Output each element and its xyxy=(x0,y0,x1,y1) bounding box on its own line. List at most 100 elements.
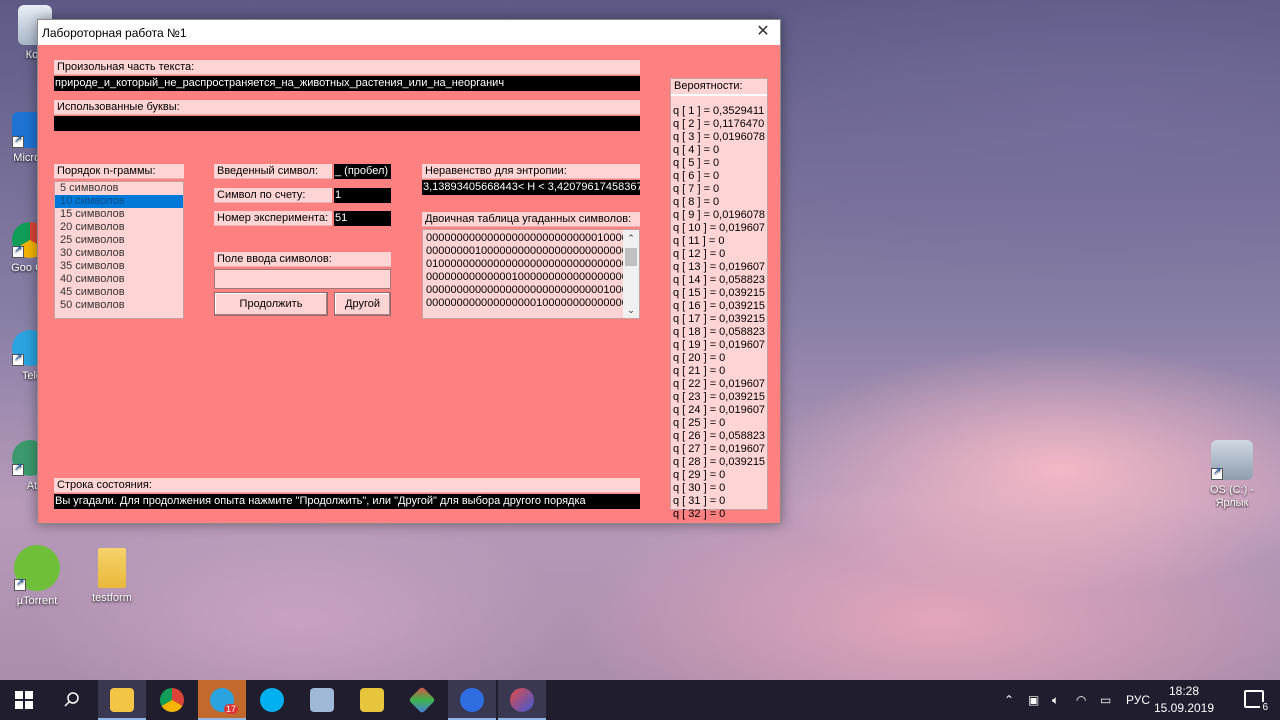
window-title: Лабороторная работа №1 xyxy=(42,26,187,40)
binary-row[interactable]: 00000000100000000000000000000000000 xyxy=(423,245,639,258)
probability-row: q [ 31 ] = 0 xyxy=(673,495,726,507)
shortcut-arrow-icon xyxy=(12,352,24,366)
tray-wifi-icon[interactable]: ◠ xyxy=(1076,680,1086,720)
tray-volume-icon[interactable]: 🔈︎ xyxy=(1052,680,1059,720)
tray-chevron-icon[interactable]: ⌃ xyxy=(1004,680,1014,720)
probability-row: q [ 26 ] = 0,058823 xyxy=(673,430,766,442)
binary-rows: 00000000000000000000000000001000000 00000… xyxy=(423,230,639,310)
probability-row: q [ 25 ] = 0 xyxy=(673,417,726,429)
probability-row: q [ 19 ] = 0,019607 xyxy=(673,339,766,351)
ngram-option[interactable]: 5 символов xyxy=(55,182,183,195)
binary-row[interactable]: 00000000000000000000000000001000000 xyxy=(423,232,639,245)
probability-row: q [ 3 ] = 0,0196078 xyxy=(673,131,766,143)
probabilities-label: Вероятности: xyxy=(671,79,767,96)
search-icon xyxy=(64,692,79,707)
ngram-option[interactable]: 15 символов xyxy=(55,208,183,221)
archiver-icon xyxy=(360,688,384,712)
probability-row: q [ 7 ] = 0 xyxy=(673,183,720,195)
taskbar-explorer[interactable] xyxy=(98,680,146,720)
probability-row: q [ 11 ] = 0 xyxy=(673,235,725,247)
probability-row: q [ 22 ] = 0,019607 xyxy=(673,378,766,390)
desktop-icon-label: µTorrent xyxy=(16,595,58,607)
probability-row: q [ 1 ] = 0,3529411 xyxy=(673,105,765,117)
ngram-option[interactable]: 20 символов xyxy=(55,221,183,234)
continue-button[interactable]: Продолжить xyxy=(214,292,328,316)
desktop-icon-testform[interactable]: testform xyxy=(77,548,147,605)
probability-row: q [ 12 ] = 0 xyxy=(673,248,726,260)
probability-row: q [ 9 ] = 0,0196078 xyxy=(673,209,766,221)
symbol-count-field: 1 xyxy=(334,188,391,203)
text-part-label: Произольная часть текста: xyxy=(54,60,640,75)
desktop-icon-os-drive[interactable]: OS (C:) - Ярлык xyxy=(1197,440,1267,510)
taskbar-archiver[interactable] xyxy=(348,680,396,720)
ngram-option[interactable]: 40 символов xyxy=(55,273,183,286)
search-button[interactable] xyxy=(48,680,96,720)
binary-row[interactable]: 00000000000000000010000000000000000 xyxy=(423,297,639,310)
titlebar: Лабороторная работа №1 ✕ xyxy=(38,20,780,45)
desktop-icon-utorrent[interactable]: µTorrent xyxy=(2,545,72,608)
binary-row[interactable]: 00000000000000100000000000000000000 xyxy=(423,271,639,284)
lazarus-icon xyxy=(510,688,534,712)
drive-icon xyxy=(1211,440,1253,480)
chrome-icon xyxy=(160,688,184,712)
start-button[interactable] xyxy=(0,680,48,720)
app-icon xyxy=(408,686,436,714)
taskbar-virtualbox[interactable] xyxy=(298,680,346,720)
text-part-field: природе_и_который_не_распространяется_на… xyxy=(54,76,640,91)
shortcut-arrow-icon xyxy=(12,244,24,258)
utorrent-icon xyxy=(14,545,60,591)
desktop-icon-label: testform xyxy=(92,592,132,604)
probability-row: q [ 18 ] = 0,058823 xyxy=(673,326,766,338)
windows-icon xyxy=(15,691,33,709)
probability-row: q [ 23 ] = 0,039215 xyxy=(673,391,766,403)
ngram-option[interactable]: 10 символов xyxy=(55,195,183,208)
clock[interactable]: 18:28 15.09.2019 xyxy=(1144,683,1224,717)
ngram-option[interactable]: 50 символов xyxy=(55,299,183,312)
ngram-option[interactable]: 30 символов xyxy=(55,247,183,260)
input-field-label: Поле ввода символов: xyxy=(214,252,391,267)
taskbar-telegram[interactable]: 17 xyxy=(198,680,246,720)
tray-battery-icon[interactable]: ▭ xyxy=(1100,680,1111,720)
probabilities-rows: q [ 1 ] = 0,3529411 q [ 2 ] = 0,1176470 q … xyxy=(673,105,765,521)
binary-row[interactable]: 00000000000000000000000000000100000 xyxy=(423,284,639,297)
symbol-input[interactable] xyxy=(214,269,391,289)
taskbar-skype[interactable] xyxy=(248,680,296,720)
used-letters-field xyxy=(54,116,640,131)
notifications-count: 6 xyxy=(1260,702,1270,713)
folder-icon xyxy=(110,688,134,712)
other-button[interactable]: Другой xyxy=(334,292,391,316)
skype-icon xyxy=(260,688,284,712)
taskbar-chrome[interactable] xyxy=(148,680,196,720)
scroll-up-icon[interactable]: ⌃ xyxy=(623,230,639,246)
ngram-option[interactable]: 35 символов xyxy=(55,260,183,273)
experiment-field: 51 xyxy=(334,211,391,226)
telegram-badge: 17 xyxy=(223,704,238,714)
binary-table-label: Двоичная таблица угаданных символов: xyxy=(422,212,640,227)
shortcut-arrow-icon xyxy=(1211,466,1223,480)
probability-row: q [ 4 ] = 0 xyxy=(673,144,720,156)
taskbar-lazarus[interactable] xyxy=(498,680,546,720)
taskbar: 17 ⌃ ▣ 🔈︎ ◠ ▭ РУС 18:28 15.09.2019 6 xyxy=(0,680,1280,720)
binary-table-scrollbar[interactable]: ⌃ ⌄ xyxy=(623,230,639,318)
scroll-down-icon[interactable]: ⌄ xyxy=(623,302,639,318)
virtualbox-icon xyxy=(310,688,334,712)
binary-row[interactable]: 01000000000000000000000000000000000 xyxy=(423,258,639,271)
wps-icon xyxy=(460,688,484,712)
binary-table-list[interactable]: 00000000000000000000000000001000000 00000… xyxy=(422,229,640,319)
ngram-listbox[interactable]: 5 символов 10 символов 15 символов 20 симво… xyxy=(54,181,184,319)
probability-row: q [ 29 ] = 0 xyxy=(673,469,726,481)
ngram-rows: 5 символов 10 символов 15 символов 20 симво… xyxy=(55,182,183,312)
taskbar-app[interactable] xyxy=(398,680,446,720)
ngram-option[interactable]: 25 символов xyxy=(55,234,183,247)
close-button[interactable]: ✕ xyxy=(746,20,780,45)
probability-row: q [ 28 ] = 0,039215 xyxy=(673,456,766,468)
probability-row: q [ 15 ] = 0,039215 xyxy=(673,287,766,299)
clock-date: 15.09.2019 xyxy=(1153,701,1215,715)
probability-row: q [ 6 ] = 0 xyxy=(673,170,720,182)
probability-row: q [ 21 ] = 0 xyxy=(673,365,726,377)
taskbar-wps[interactable] xyxy=(448,680,496,720)
ngram-option[interactable]: 45 символов xyxy=(55,286,183,299)
tray-network-icon[interactable]: ▣ xyxy=(1028,680,1039,720)
scroll-thumb[interactable] xyxy=(625,248,637,266)
probabilities-panel: Вероятности: q [ 1 ] = 0,3529411 q [ 2 ] … xyxy=(670,78,768,520)
